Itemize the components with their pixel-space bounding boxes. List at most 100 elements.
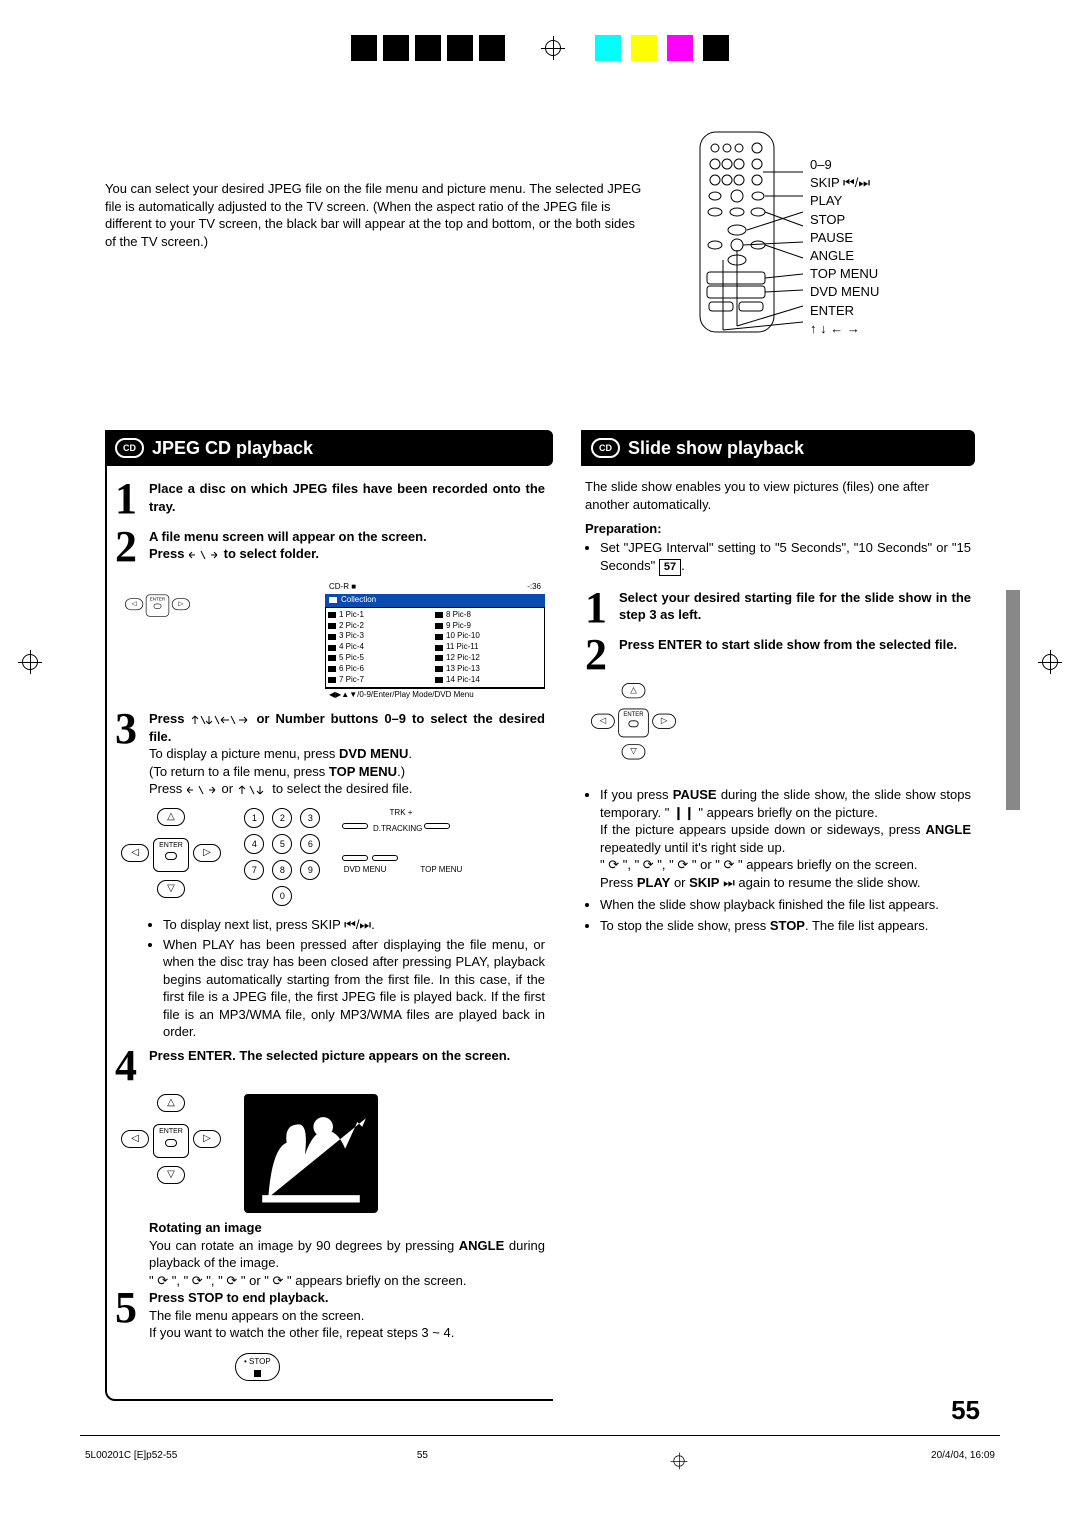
list-item: 2 Pic-2: [328, 621, 435, 632]
remote-icon: [695, 130, 805, 340]
remote-label-play: PLAY: [810, 192, 879, 210]
footer-page: 55: [417, 1449, 428, 1473]
list-item: 14 Pic-14: [435, 675, 542, 686]
remote-label-enter: ENTER: [810, 302, 879, 320]
down-arrow-icon: ▽: [622, 744, 646, 759]
page-reference: 57: [659, 559, 681, 576]
step-5-text: Press STOP to end playback. The file men…: [149, 1289, 545, 1342]
preparation-heading: Preparation:: [585, 520, 971, 538]
cd-badge-icon: CD: [115, 438, 144, 458]
list-item: When PLAY has been pressed after display…: [163, 936, 545, 1041]
page-number: 55: [951, 1393, 980, 1428]
section-title: JPEG CD playback: [152, 436, 313, 460]
reg-black-blocks: [351, 35, 511, 61]
right-arrow-icon: ▷: [193, 1130, 221, 1148]
remote-label-skip: SKIP ⏮/⏭: [810, 174, 879, 192]
list-item: 6 Pic-6: [328, 664, 435, 675]
page: You can select your desired JPEG file on…: [0, 0, 1080, 1528]
left-column: CD JPEG CD playback 1 Place a disc on wh…: [105, 430, 553, 1401]
step-number: 2: [585, 636, 619, 673]
list-item: To stop the slide show, press STOP. The …: [600, 917, 971, 935]
stop-button-icon: • STOP: [235, 1353, 280, 1381]
crosshair-icon: [671, 1453, 688, 1470]
section-heading-jpeg: CD JPEG CD playback: [105, 430, 553, 466]
thumb-tab: [1006, 590, 1020, 810]
step-1-text: Place a disc on which JPEG files have be…: [149, 480, 545, 517]
left-arrow-icon: ◁: [121, 844, 149, 862]
crosshair-icon: [541, 36, 565, 60]
remote-label-arrows: ↑ ↓ ← →: [810, 320, 879, 338]
step-number: 2: [115, 528, 149, 565]
four-arrows-icon: [191, 715, 249, 725]
list-item: If you press PAUSE during the slide show…: [600, 786, 971, 891]
step-number: 5: [115, 1289, 149, 1342]
numpad-icon: 123 456 789 0: [244, 808, 322, 912]
cd-badge-icon: CD: [591, 438, 620, 458]
list-item: 13 Pic-13: [435, 664, 542, 675]
right-arrow-icon: ▷: [652, 714, 676, 729]
step-3-notes: To display next list, press SKIP ⏮/⏭. Wh…: [149, 916, 545, 1041]
footer-rule: [80, 1435, 1000, 1436]
section-title: Slide show playback: [628, 436, 804, 460]
dtracking-button-icon: [424, 823, 450, 829]
list-item: 7 Pic-7: [328, 675, 435, 686]
right-column: CD Slide show playback The slide show en…: [581, 430, 975, 1401]
enter-button-icon: ENTER: [618, 709, 649, 738]
list-item: 4 Pic-4: [328, 642, 435, 653]
slideshow-intro: The slide show enables you to view pictu…: [585, 478, 971, 513]
enter-cluster-icon: △ ▽ ◁ ▷ ENTER: [591, 683, 676, 760]
list-item: 12 Pic-12: [435, 653, 542, 664]
list-item: 10 Pic-10: [435, 631, 542, 642]
step-number: 4: [115, 1047, 149, 1084]
footer: 5L00201C [E]p52-55 55 20/4/04, 16:09: [85, 1449, 995, 1473]
topmenu-button-icon: [372, 855, 398, 861]
remote-label-topmenu: TOP MENU: [810, 265, 879, 283]
up-down-arrows-icon: [238, 785, 268, 795]
content-area: You can select your desired JPEG file on…: [105, 180, 975, 1401]
list-item: 1 Pic-1: [328, 610, 435, 621]
remote-label-dvdmenu: DVD MENU: [810, 283, 879, 301]
enter-button-icon: ENTER: [146, 595, 169, 617]
picture-illustration: [244, 1094, 378, 1213]
up-arrow-icon: △: [157, 808, 185, 826]
registration-marks: [0, 35, 1080, 61]
remote-label-stop: STOP: [810, 211, 879, 229]
step-number: 3: [115, 710, 149, 798]
intro-text: You can select your desired JPEG file on…: [105, 180, 645, 250]
slideshow-notes: If you press PAUSE during the slide show…: [585, 786, 971, 934]
list-item: 9 Pic-9: [435, 621, 542, 632]
list-item: 11 Pic-11: [435, 642, 542, 653]
reg-color-blocks: [595, 35, 729, 61]
step-4-text: Press ENTER. The selected picture appear…: [149, 1047, 545, 1084]
trk-button-icon: [342, 823, 368, 829]
enter-button-icon: ENTER: [153, 1124, 189, 1158]
enter-button-icon: ENTER: [153, 838, 189, 872]
nav-cluster-icon: △ ▽ ◁ ▷ ENTER: [121, 808, 221, 898]
up-arrow-icon: △: [157, 1094, 185, 1112]
remote-label-angle: ANGLE: [810, 247, 879, 265]
footer-file: 5L00201C [E]p52-55: [85, 1449, 177, 1473]
crosshair-icon: [1038, 650, 1062, 674]
list-item: When the slide show playback finished th…: [600, 896, 971, 914]
left-arrow-icon: ◁: [591, 714, 615, 729]
down-arrow-icon: ▽: [157, 1166, 185, 1184]
rotating-section: Rotating an image You can rotate an imag…: [149, 1219, 545, 1289]
file-menu-screenshot: CD-R ■-:36 Collection 1 Pic-18 Pic-8 2 P…: [325, 581, 545, 702]
right-arrow-icon: ▷: [193, 844, 221, 862]
list-item: 3 Pic-3: [328, 631, 435, 642]
step-number: 1: [115, 480, 149, 517]
up-arrow-icon: △: [622, 683, 646, 698]
remote-label-numbers: 0–9: [810, 156, 879, 174]
right-arrow-icon: ▷: [172, 599, 190, 611]
step-2-text: A file menu screen will appear on the sc…: [149, 528, 545, 565]
list-item: Set "JPEG Interval" setting to "5 Second…: [600, 539, 971, 575]
left-arrow-icon: ◁: [121, 1130, 149, 1148]
step-number: 1: [585, 589, 619, 626]
left-right-arrows-icon: [189, 550, 219, 560]
left-arrow-icon: ◁: [125, 599, 143, 611]
step-2-right: Press ENTER to start slide show from the…: [619, 636, 971, 673]
step-3-text: Press or Number buttons 0–9 to select th…: [149, 710, 545, 798]
remote-label-pause: PAUSE: [810, 229, 879, 247]
dvdmenu-button-icon: [342, 855, 368, 861]
crosshair-icon: [18, 650, 42, 674]
